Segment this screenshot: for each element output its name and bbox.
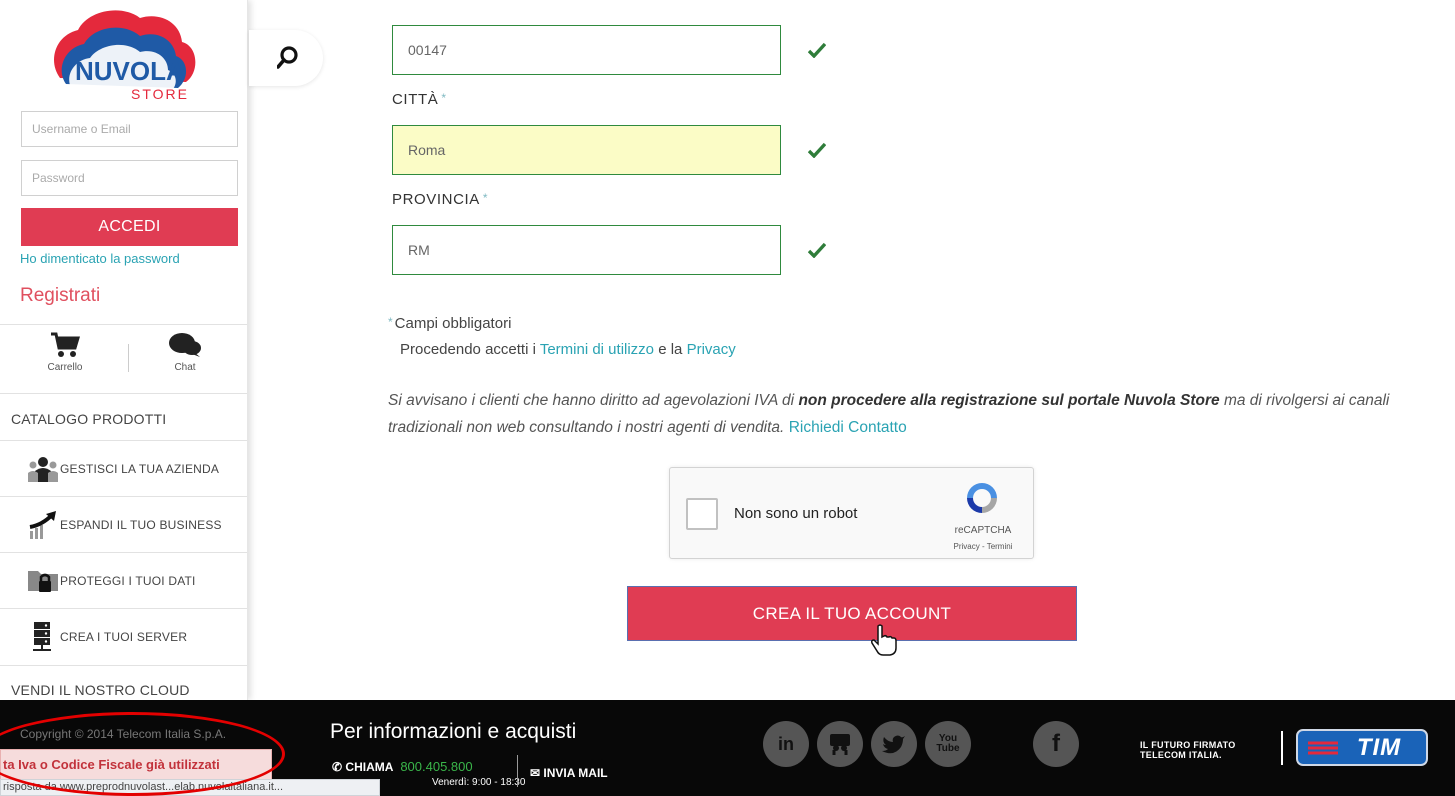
iva-note-bold: non procedere alla registrazione sul por… bbox=[798, 392, 1220, 409]
menu-label: VENDI IL NOSTRO CLOUD bbox=[11, 682, 190, 698]
tim-logo[interactable]: TIM bbox=[1296, 729, 1428, 766]
mail-label: INVIA MAIL bbox=[543, 766, 608, 780]
copyright: Copyright © 2014 Telecom Italia S.p.A. bbox=[20, 727, 227, 741]
cart-label: Carrello bbox=[47, 362, 83, 373]
linkedin-icon[interactable]: in bbox=[763, 721, 809, 767]
footer-title: Per informazioni e acquisti bbox=[330, 720, 577, 743]
valid-check-icon bbox=[808, 142, 826, 158]
menu-label: CATALOGO PRODOTTI bbox=[11, 411, 167, 427]
cap-field[interactable] bbox=[392, 25, 781, 75]
terms-notice: Procedendo accetti i Termini di utilizzo… bbox=[400, 341, 736, 358]
tim-waves-icon bbox=[1308, 741, 1338, 755]
mail-icon: ✉ bbox=[530, 766, 541, 780]
youtube-label: You Tube bbox=[936, 733, 960, 754]
city-field[interactable] bbox=[392, 125, 781, 175]
browser-status-bar: risposta da www.preprodnuvolast...elab.n… bbox=[0, 779, 380, 796]
chat-label: Chat bbox=[174, 362, 196, 373]
menu-manage-company[interactable]: GESTISCI LA TUA AZIENDA bbox=[0, 441, 247, 497]
divider bbox=[0, 324, 247, 325]
menu-protect-data[interactable]: PROTEGGI I TUOI DATI bbox=[0, 553, 247, 609]
menu-label: CREA I TUOI SERVER bbox=[60, 630, 188, 644]
required-marker: * bbox=[388, 315, 393, 329]
server-icon bbox=[28, 622, 58, 652]
create-account-button[interactable]: CREA IL TUO ACCOUNT bbox=[627, 586, 1077, 641]
nuvola-store-logo[interactable]: NUVOLA STORE bbox=[48, 6, 198, 106]
terms-link[interactable]: Termini di utilizzo bbox=[540, 341, 654, 358]
menu-label: GESTISCI LA TUA AZIENDA bbox=[60, 462, 220, 476]
request-contact-link[interactable]: Richiedi Contatto bbox=[789, 419, 907, 436]
valid-check-icon bbox=[808, 242, 826, 258]
valid-check-icon bbox=[808, 42, 826, 58]
recaptcha-links[interactable]: Privacy - Termini bbox=[938, 542, 1028, 551]
terms-prefix: Procedendo accetti i bbox=[400, 341, 536, 358]
logo-subtitle: STORE bbox=[131, 86, 189, 102]
sidebar: NUVOLA STORE ACCEDI Ho dimenticato la pa… bbox=[0, 0, 248, 700]
province-field[interactable] bbox=[392, 225, 781, 275]
facebook-icon[interactable]: f bbox=[1033, 721, 1079, 767]
search-icon bbox=[277, 46, 298, 69]
recaptcha-icon bbox=[967, 483, 997, 513]
cart-icon bbox=[51, 332, 80, 357]
required-note-text: Campi obbligatori bbox=[394, 315, 512, 332]
menu-catalog[interactable]: CATALOGO PRODOTTI bbox=[0, 391, 247, 447]
menu-label: PROTEGGI I TUOI DATI bbox=[60, 574, 196, 588]
password-input[interactable] bbox=[21, 160, 238, 196]
username-input[interactable] bbox=[21, 111, 238, 147]
send-mail-link[interactable]: ✉ INVIA MAIL bbox=[530, 766, 608, 780]
menu-sell-cloud[interactable]: VENDI IL NOSTRO CLOUD bbox=[0, 662, 247, 700]
twitter-icon[interactable] bbox=[871, 721, 917, 767]
privacy-link[interactable]: Privacy bbox=[687, 341, 736, 358]
cart-link[interactable]: Carrello bbox=[34, 332, 96, 373]
menu-create-servers[interactable]: CREA I TUOI SERVER bbox=[0, 609, 247, 665]
city-label: CITTÀ * bbox=[392, 91, 447, 108]
required-marker: * bbox=[482, 191, 489, 205]
iva-notice: Si avvisano i clienti che hanno diritto … bbox=[388, 387, 1455, 441]
tagline-line: IL FUTURO FIRMATO bbox=[1140, 740, 1236, 750]
facebook-label: f bbox=[1052, 730, 1060, 757]
divider bbox=[128, 344, 129, 372]
recaptcha-checkbox[interactable] bbox=[686, 498, 718, 530]
tagline-line: TELECOM ITALIA. bbox=[1140, 750, 1222, 760]
chat-link[interactable]: Chat bbox=[154, 332, 216, 373]
forgot-password-link[interactable]: Ho dimenticato la password bbox=[20, 251, 180, 266]
slideshare-icon[interactable] bbox=[817, 721, 863, 767]
opening-hours: Venerdì: 9:00 - 18:30 bbox=[432, 777, 526, 788]
menu-expand-business[interactable]: ESPANDI IL TUO BUSINESS bbox=[0, 497, 247, 553]
call-link[interactable]: ✆ CHIAMA 800.405.800 bbox=[332, 759, 473, 774]
province-label: PROVINCIA * bbox=[392, 191, 488, 208]
tagline: IL FUTURO FIRMATO TELECOM ITALIA. bbox=[1140, 740, 1236, 760]
login-button[interactable]: ACCEDI bbox=[21, 208, 238, 246]
phone-icon: ✆ bbox=[332, 760, 343, 774]
chat-icon bbox=[169, 333, 201, 357]
recaptcha-brand: reCAPTCHA bbox=[954, 525, 1012, 536]
divider bbox=[517, 755, 518, 787]
folder-lock-icon bbox=[28, 566, 58, 596]
divider bbox=[1281, 731, 1283, 765]
growth-chart-icon bbox=[28, 510, 58, 540]
required-fields-note: * Campi obbligatori bbox=[388, 315, 511, 332]
youtube-icon[interactable]: You Tube bbox=[925, 721, 971, 767]
call-number: 800.405.800 bbox=[400, 759, 473, 774]
error-message: ta Iva o Codice Fiscale già utilizzati bbox=[0, 749, 272, 780]
hand-cursor-icon bbox=[871, 624, 897, 656]
register-link[interactable]: Registrati bbox=[20, 285, 100, 307]
recaptcha-label: Non sono un robot bbox=[734, 505, 858, 522]
terms-and: e la bbox=[658, 341, 683, 358]
linkedin-label: in bbox=[778, 733, 794, 754]
people-icon bbox=[28, 454, 58, 484]
recaptcha-widget: Non sono un robot reCAPTCHA Privacy - Te… bbox=[669, 467, 1034, 559]
search-button[interactable] bbox=[249, 30, 323, 86]
city-label-text: CITTÀ bbox=[392, 91, 439, 108]
required-marker: * bbox=[441, 91, 447, 105]
menu-label: ESPANDI IL TUO BUSINESS bbox=[60, 518, 222, 532]
iva-note-text: Si avvisano i clienti che hanno diritto … bbox=[388, 392, 795, 409]
logo-title: NUVOLA bbox=[75, 56, 185, 86]
tim-brand: TIM bbox=[1356, 733, 1402, 761]
call-label: CHIAMA bbox=[345, 760, 393, 774]
province-label-text: PROVINCIA bbox=[392, 191, 480, 208]
